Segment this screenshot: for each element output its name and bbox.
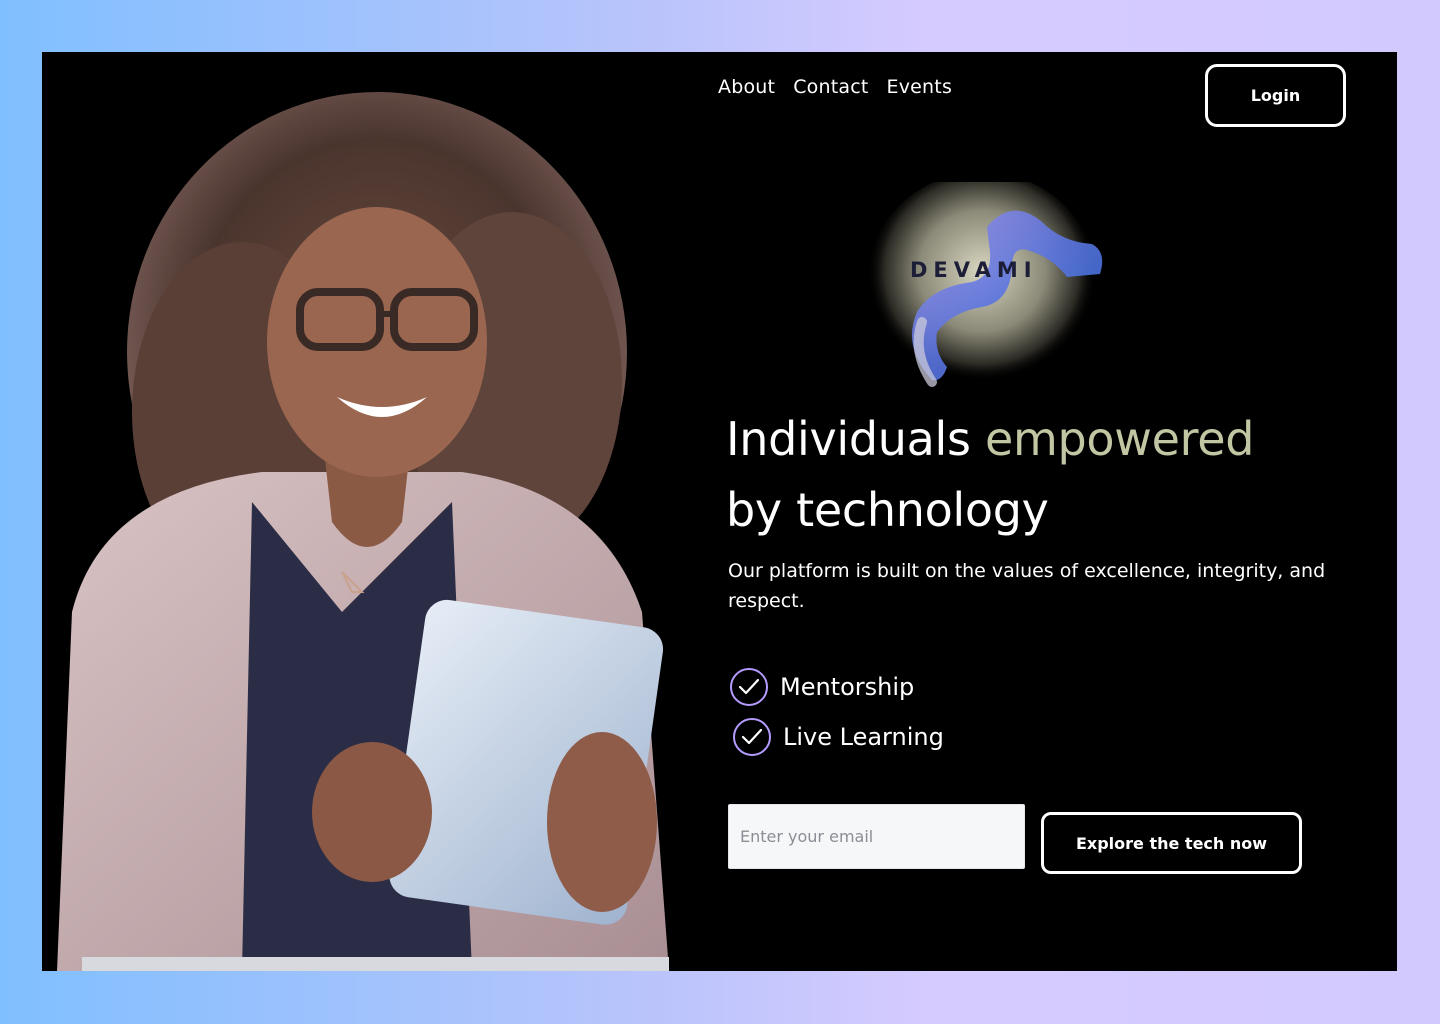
feature-label: Mentorship xyxy=(780,673,915,701)
headline-part1: Individuals xyxy=(726,412,986,466)
devami-logo: DEVAMI xyxy=(862,172,1112,397)
hero-subtext: Our platform is built on the values of e… xyxy=(728,560,1326,612)
logo-graphic xyxy=(867,172,1103,392)
nav-events-link[interactable]: Events xyxy=(887,76,953,98)
check-circle-icon xyxy=(733,718,771,756)
woman-with-tablet-illustration xyxy=(57,92,669,971)
login-button[interactable]: Login xyxy=(1205,64,1346,127)
hero-photo xyxy=(42,52,669,971)
hero-headline: Individuals empowered by technology xyxy=(726,404,1254,546)
hero-frame: About Contact Events Login DEVAMI Indivi… xyxy=(42,52,1397,971)
nav-about-link[interactable]: About xyxy=(718,76,775,98)
feature-label: Live Learning xyxy=(783,723,944,751)
top-nav: About Contact Events xyxy=(718,76,952,98)
feature-item-mentorship: Mentorship xyxy=(730,662,944,712)
check-circle-icon xyxy=(730,668,768,706)
feature-list: Mentorship Live Learning xyxy=(730,662,944,762)
email-input[interactable] xyxy=(728,804,1025,869)
feature-item-live-learning: Live Learning xyxy=(733,712,944,762)
nav-contact-link[interactable]: Contact xyxy=(793,76,868,98)
headline-accent: empowered xyxy=(985,412,1255,466)
explore-tech-button[interactable]: Explore the tech now xyxy=(1041,812,1302,874)
brand-wordmark: DEVAMI xyxy=(910,258,1038,282)
headline-line2: by technology xyxy=(726,483,1049,537)
